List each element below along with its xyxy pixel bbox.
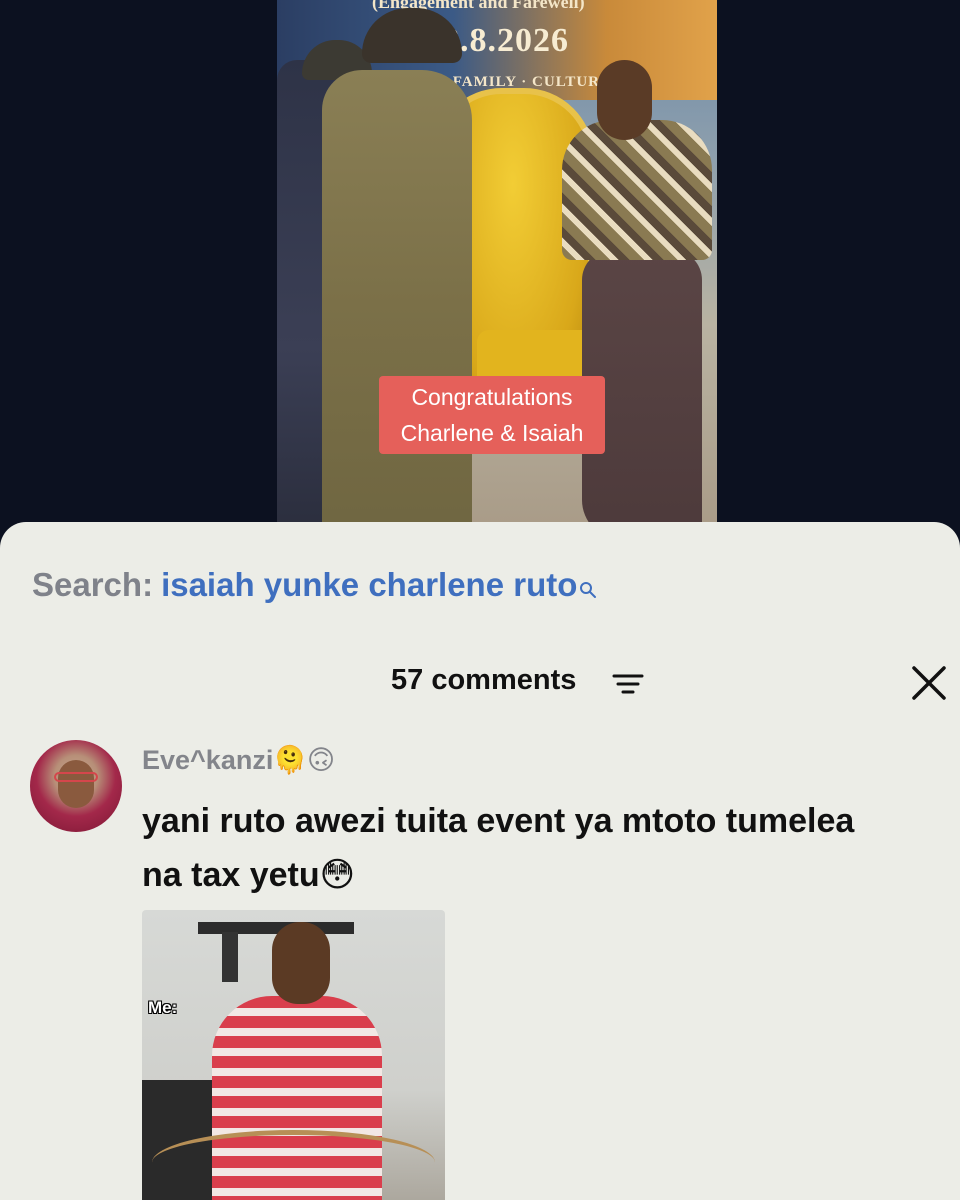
avatar[interactable] — [30, 740, 122, 832]
comments-header: 57 comments — [0, 662, 960, 702]
avatar-glasses — [54, 772, 98, 782]
comment-image[interactable]: Me: — [142, 910, 445, 1200]
search-suggestion[interactable]: Search: isaiah yunke charlene ruto — [32, 566, 597, 604]
comment-text: yani ruto awezi tuita event ya mtoto tum… — [142, 802, 855, 894]
close-icon[interactable] — [908, 662, 950, 704]
meme-cane-bundle — [152, 1130, 435, 1195]
screen: (Engagement and Farewell) 8.8.2026 · FAM… — [0, 0, 960, 1200]
search-icon[interactable] — [579, 569, 597, 598]
person-right-top — [562, 120, 712, 260]
comments-sheet: Search: isaiah yunke charlene ruto 57 com… — [0, 522, 960, 1200]
comment-count: 57 comments — [391, 664, 577, 696]
caption-line-2: Charlene & Isaiah — [400, 420, 584, 446]
video-player[interactable]: (Engagement and Farewell) 8.8.2026 · FAM… — [277, 0, 717, 540]
comment-username[interactable]: Eve^kanzi🫠🙃 — [142, 744, 335, 776]
person-right-head — [597, 60, 652, 140]
meme-bracket — [222, 932, 238, 982]
person-center — [322, 70, 472, 540]
video-caption: Congratulations Charlene & Isaiah — [379, 376, 605, 454]
sort-icon[interactable] — [612, 672, 644, 696]
avatar-face — [58, 760, 94, 808]
meme-label: Me: — [148, 998, 178, 1017]
search-query-link[interactable]: isaiah yunke charlene ruto — [161, 566, 577, 603]
caption-line-1: Congratulations — [411, 384, 573, 410]
meme-head — [272, 922, 330, 1004]
search-label: Search: — [32, 566, 154, 603]
